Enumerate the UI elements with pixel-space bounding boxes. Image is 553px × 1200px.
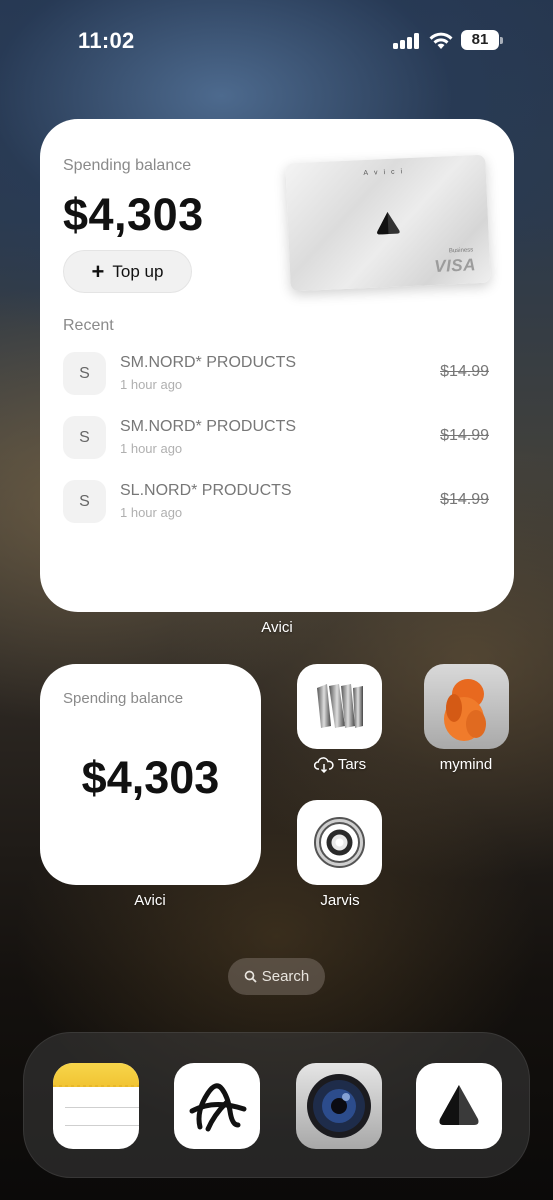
dock xyxy=(23,1032,530,1178)
recent-label: Recent xyxy=(63,317,114,334)
spending-balance-amount: $4,303 xyxy=(63,189,204,240)
camera-lens-app-icon[interactable] xyxy=(296,1063,382,1149)
transaction-row[interactable]: S SM.NORD* PRODUCTS 1 hour ago $14.99 xyxy=(63,416,491,460)
battery-indicator: 81 xyxy=(461,30,503,50)
avici-logo-icon xyxy=(377,212,400,235)
top-up-button[interactable]: + Top up xyxy=(63,250,192,293)
tars-logo-icon xyxy=(317,684,363,728)
transaction-row[interactable]: S SM.NORD* PRODUCTS 1 hour ago $14.99 xyxy=(63,352,491,396)
merchant-name: SL.NORD* PRODUCTS xyxy=(120,482,292,499)
tars-app-label: Tars xyxy=(290,756,390,773)
spending-balance-amount: $4,303 xyxy=(81,752,220,803)
avici-app-icon[interactable] xyxy=(416,1063,502,1149)
transaction-amount: $14.99 xyxy=(440,427,489,444)
transaction-row[interactable]: S SL.NORD* PRODUCTS 1 hour ago $14.99 xyxy=(63,480,491,524)
wifi-icon xyxy=(429,32,453,49)
jarvis-app-label: Jarvis xyxy=(320,892,360,909)
camera-lens-icon xyxy=(307,1074,371,1138)
arc-app-icon[interactable] xyxy=(174,1063,260,1149)
search-icon xyxy=(244,970,257,983)
transaction-time: 1 hour ago xyxy=(120,377,183,392)
spending-balance-label: Spending balance xyxy=(63,690,184,707)
transaction-time: 1 hour ago xyxy=(120,441,183,456)
transaction-amount: $14.99 xyxy=(440,491,489,508)
home-search-button[interactable]: Search xyxy=(228,958,325,995)
arc-logo-icon xyxy=(189,1083,247,1132)
status-bar: 11:02 81 xyxy=(0,0,553,80)
jarvis-app-icon[interactable] xyxy=(297,800,382,885)
merchant-name: SM.NORD* PRODUCTS xyxy=(120,354,297,371)
status-time: 11:02 xyxy=(78,28,135,53)
merchant-avatar: S xyxy=(63,416,106,459)
avici-small-widget-label: Avici xyxy=(134,892,166,909)
card-brand: Avici xyxy=(363,168,409,178)
plus-icon: + xyxy=(91,258,105,284)
merchant-avatar: S xyxy=(63,480,106,523)
mymind-app-label: mymind xyxy=(439,756,493,773)
merchant-name: SM.NORD* PRODUCTS xyxy=(120,418,297,435)
avici-small-widget[interactable]: Spending balance $4,303 xyxy=(40,664,261,885)
visa-logo: VISA xyxy=(433,255,477,277)
notes-app-icon[interactable] xyxy=(53,1063,139,1149)
jarvis-ring-icon xyxy=(314,817,365,868)
avici-logo-icon xyxy=(439,1085,479,1125)
tars-label-text: Tars xyxy=(337,756,367,773)
mymind-sculpture-icon xyxy=(444,679,486,741)
avici-widget-label: Avici xyxy=(261,619,293,636)
cellular-signal-icon xyxy=(393,33,419,49)
icloud-download-icon xyxy=(313,756,334,773)
merchant-avatar: S xyxy=(63,352,106,395)
card-business-label: Business xyxy=(448,247,474,255)
transaction-time: 1 hour ago xyxy=(120,505,183,520)
avici-large-widget[interactable]: Spending balance $4,303 + Top up Avici B… xyxy=(40,119,514,612)
tars-app-icon[interactable] xyxy=(297,664,382,749)
debit-card-image: Avici Business VISA xyxy=(285,154,491,292)
transaction-amount: $14.99 xyxy=(440,363,489,380)
spending-balance-label: Spending balance xyxy=(63,157,192,174)
top-up-label: Top up xyxy=(112,261,164,281)
search-label: Search xyxy=(261,968,310,985)
mymind-app-icon[interactable] xyxy=(424,664,509,749)
